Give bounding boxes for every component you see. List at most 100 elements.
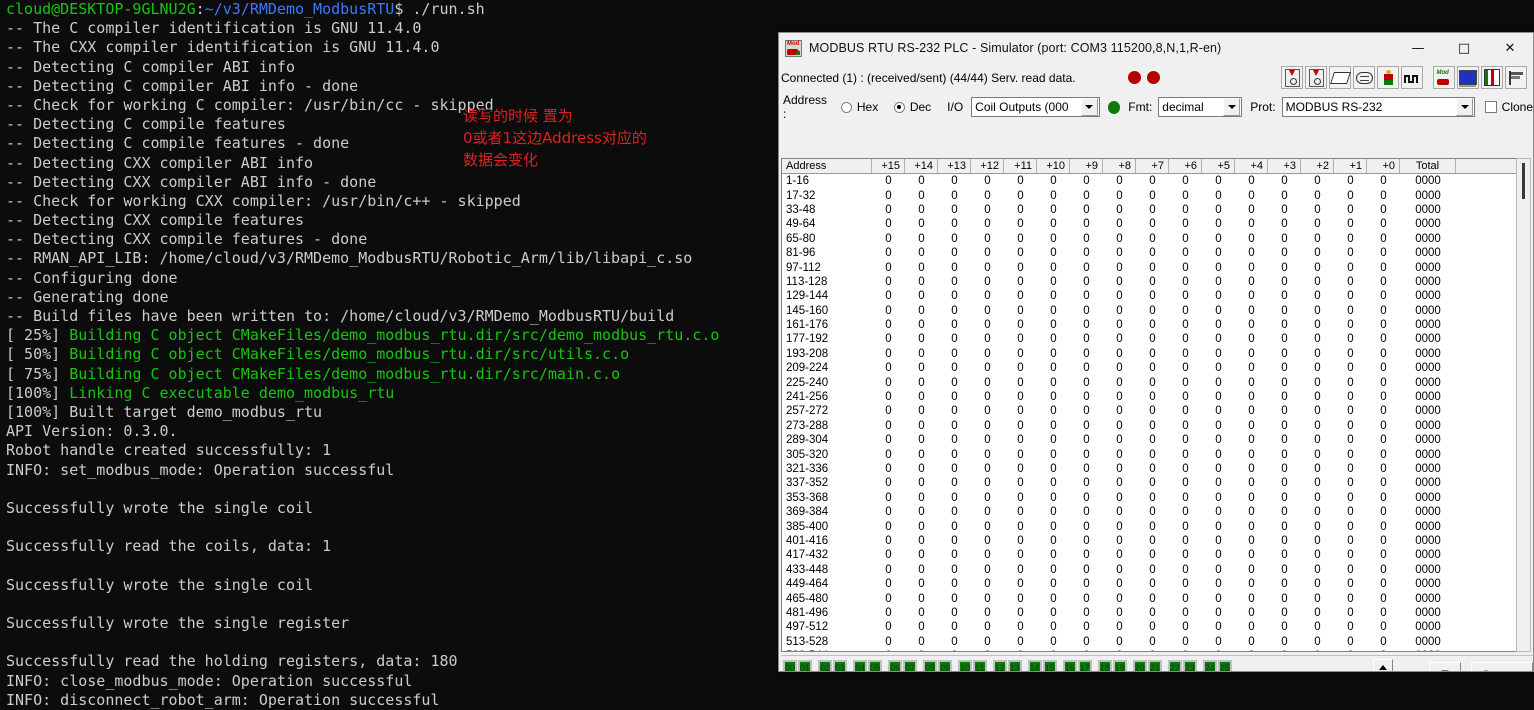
register-value-cell[interactable]: 0: [1202, 462, 1235, 476]
register-value-cell[interactable]: 0: [1235, 419, 1268, 433]
register-value-cell[interactable]: 0: [938, 376, 971, 390]
register-value-cell[interactable]: 0: [872, 491, 905, 505]
chevron-down-icon[interactable]: [1456, 98, 1473, 116]
register-value-cell[interactable]: 0: [1169, 275, 1202, 289]
register-value-cell[interactable]: 0: [1367, 246, 1400, 260]
register-value-cell[interactable]: 0: [1004, 275, 1037, 289]
register-value-cell[interactable]: 0: [1004, 635, 1037, 649]
register-value-cell[interactable]: 0: [1334, 304, 1367, 318]
register-value-cell[interactable]: 0: [1004, 448, 1037, 462]
register-value-cell[interactable]: 0: [1202, 332, 1235, 346]
slave-cell[interactable]: 24: [1203, 660, 1217, 672]
table-row[interactable]: 433-44800000000000000000000: [782, 563, 1518, 577]
register-value-cell[interactable]: 0: [1301, 203, 1334, 217]
register-value-cell[interactable]: 0: [872, 563, 905, 577]
flag-icon[interactable]: [1505, 66, 1527, 89]
register-value-cell[interactable]: 0: [905, 462, 938, 476]
table-row[interactable]: 337-35200000000000000000000: [782, 476, 1518, 490]
register-value-cell[interactable]: 0: [938, 606, 971, 620]
register-value-cell[interactable]: 0: [1268, 505, 1301, 519]
register-value-cell[interactable]: 0: [1235, 563, 1268, 577]
register-value-cell[interactable]: 0: [1334, 419, 1367, 433]
register-value-cell[interactable]: 0: [1103, 592, 1136, 606]
register-value-cell[interactable]: 0: [1037, 261, 1070, 275]
register-value-cell[interactable]: 0: [1268, 189, 1301, 203]
register-value-cell[interactable]: 0: [1202, 232, 1235, 246]
register-value-cell[interactable]: 0: [1301, 534, 1334, 548]
register-value-cell[interactable]: 0: [1103, 491, 1136, 505]
register-value-cell[interactable]: 0: [1103, 462, 1136, 476]
register-value-cell[interactable]: 0: [1268, 577, 1301, 591]
register-value-cell[interactable]: 0: [905, 520, 938, 534]
register-value-cell[interactable]: 0: [1136, 275, 1169, 289]
register-value-cell[interactable]: 0: [1103, 548, 1136, 562]
register-value-cell[interactable]: 0: [1202, 520, 1235, 534]
register-value-cell[interactable]: 0: [1301, 491, 1334, 505]
register-value-cell[interactable]: 0: [1367, 476, 1400, 490]
table-row[interactable]: 209-22400000000000000000000: [782, 361, 1518, 375]
register-value-cell[interactable]: 0: [1235, 548, 1268, 562]
table-row[interactable]: 49-6400000000000000000000: [782, 217, 1518, 231]
table-row[interactable]: 289-30400000000000000000000: [782, 433, 1518, 447]
register-value-cell[interactable]: 0: [971, 491, 1004, 505]
register-value-cell[interactable]: 0: [1202, 174, 1235, 188]
register-value-cell[interactable]: 0: [1169, 448, 1202, 462]
register-value-cell[interactable]: 0: [1268, 174, 1301, 188]
register-value-cell[interactable]: 0: [1070, 649, 1103, 652]
register-value-cell[interactable]: 0: [905, 419, 938, 433]
register-value-cell[interactable]: 0: [971, 361, 1004, 375]
register-value-cell[interactable]: 0: [1235, 592, 1268, 606]
register-value-cell[interactable]: 0: [1202, 419, 1235, 433]
register-value-cell[interactable]: 0: [1301, 476, 1334, 490]
register-value-cell[interactable]: 0: [1070, 620, 1103, 634]
register-value-cell[interactable]: 0: [905, 232, 938, 246]
register-value-cell[interactable]: 0: [1334, 261, 1367, 275]
slave-cell[interactable]: 10: [958, 660, 972, 672]
toolbar[interactable]: Mod: [1281, 66, 1527, 89]
register-value-cell[interactable]: 0: [1268, 476, 1301, 490]
register-value-cell[interactable]: 0: [938, 232, 971, 246]
register-value-cell[interactable]: 0: [1301, 275, 1334, 289]
register-value-cell[interactable]: 0: [1268, 491, 1301, 505]
table-row[interactable]: 113-12800000000000000000000: [782, 275, 1518, 289]
register-value-cell[interactable]: 0: [938, 347, 971, 361]
register-value-cell[interactable]: 0: [1037, 592, 1070, 606]
table-row[interactable]: 417-43200000000000000000000: [782, 548, 1518, 562]
close-button[interactable]: ✕: [1487, 33, 1533, 63]
register-value-cell[interactable]: 0: [1235, 318, 1268, 332]
register-value-cell[interactable]: 0: [1202, 246, 1235, 260]
grid-body[interactable]: 1-160000000000000000000017-3200000000000…: [782, 174, 1518, 652]
register-value-cell[interactable]: 0: [872, 289, 905, 303]
register-value-cell[interactable]: 0: [872, 649, 905, 652]
register-value-cell[interactable]: 0: [1367, 361, 1400, 375]
slave-cell[interactable]: 21: [1148, 660, 1162, 672]
register-value-cell[interactable]: 0: [1070, 635, 1103, 649]
register-value-cell[interactable]: 0: [1301, 390, 1334, 404]
register-value-cell[interactable]: 0: [1070, 246, 1103, 260]
register-value-cell[interactable]: 0: [1136, 635, 1169, 649]
register-value-cell[interactable]: 0: [1103, 563, 1136, 577]
register-value-cell[interactable]: 0: [1202, 261, 1235, 275]
slave-cell[interactable]: 19: [1113, 660, 1127, 672]
grid-column-header[interactable]: +1: [1334, 159, 1367, 173]
register-value-cell[interactable]: 0: [971, 577, 1004, 591]
register-value-cell[interactable]: 0: [1301, 174, 1334, 188]
register-value-cell[interactable]: 0: [1103, 419, 1136, 433]
register-value-cell[interactable]: 0: [1136, 217, 1169, 231]
register-value-cell[interactable]: 0: [1268, 332, 1301, 346]
register-value-cell[interactable]: 0: [905, 548, 938, 562]
chevron-down-icon[interactable]: [1223, 98, 1240, 116]
register-value-cell[interactable]: 0: [1301, 217, 1334, 231]
register-value-cell[interactable]: 0: [1334, 491, 1367, 505]
register-value-cell[interactable]: 0: [1070, 232, 1103, 246]
register-value-cell[interactable]: 0: [971, 419, 1004, 433]
register-value-cell[interactable]: 0: [1004, 548, 1037, 562]
register-value-cell[interactable]: 0: [1235, 620, 1268, 634]
register-value-cell[interactable]: 0: [1004, 577, 1037, 591]
register-value-cell[interactable]: 0: [1136, 361, 1169, 375]
register-value-cell[interactable]: 0: [905, 505, 938, 519]
register-value-cell[interactable]: 0: [1367, 289, 1400, 303]
register-value-cell[interactable]: 0: [938, 534, 971, 548]
slave-cell[interactable]: 12: [993, 660, 1007, 672]
register-value-cell[interactable]: 0: [971, 620, 1004, 634]
